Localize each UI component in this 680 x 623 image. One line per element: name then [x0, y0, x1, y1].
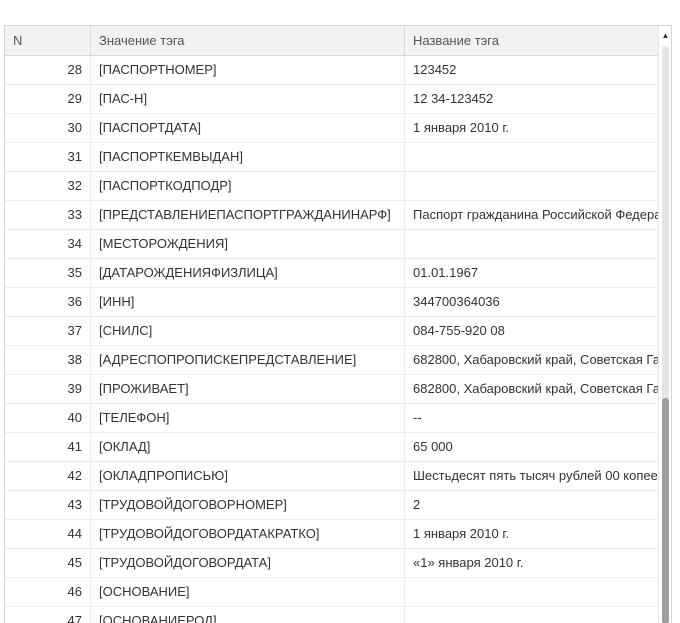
tag-value-cell: [ОКЛАДПРОПИСЬЮ]: [91, 462, 405, 490]
table-row[interactable]: 28 [ПАСПОРТНОМЕР] 123452: [5, 56, 658, 85]
tag-table: N Значение тэга Название тэга 28 [ПАСПОРТ…: [4, 25, 672, 623]
tag-name-cell: 344700364036: [413, 294, 500, 309]
column-header-tag-name[interactable]: Название тэга: [405, 26, 658, 55]
row-number: 34: [5, 230, 91, 258]
tag-value-cell: [ТРУДОВОЙДОГОВОРДАТАКРАТКО]: [91, 520, 405, 548]
table-row[interactable]: 40 [ТЕЛЕФОН] --: [5, 404, 658, 433]
table-row[interactable]: 46 [ОСНОВАНИЕ]: [5, 578, 658, 607]
table-row[interactable]: 47 [ОСНОВАНИЕРОД]: [5, 607, 658, 623]
row-number: 33: [5, 201, 91, 229]
row-number: 39: [5, 375, 91, 403]
row-number: 43: [5, 491, 91, 519]
row-number: 36: [5, 288, 91, 316]
table-row[interactable]: 36 [ИНН] 344700364036: [5, 288, 658, 317]
row-number: 28: [5, 56, 91, 84]
tag-value-cell: [ПАСПОРТКОДПОДР]: [91, 172, 405, 200]
row-number: 42: [5, 462, 91, 490]
table-row[interactable]: 35 [ДАТАРОЖДЕНИЯФИЗЛИЦА] 01.01.1967: [5, 259, 658, 288]
tag-value-cell: [ПРЕДСТАВЛЕНИЕПАСПОРТГРАЖДАНИНАРФ]: [91, 201, 405, 229]
table-row[interactable]: 45 [ТРУДОВОЙДОГОВОРДАТА] «1» января 2010 г…: [5, 549, 658, 578]
table-row[interactable]: 30 [ПАСПОРТДАТА] 1 января 2010 г.: [5, 114, 658, 143]
tag-name-cell: --: [413, 410, 422, 425]
table-row[interactable]: 33 [ПРЕДСТАВЛЕНИЕПАСПОРТГРАЖДАНИНАРФ] Пасп…: [5, 201, 658, 230]
scroll-thumb[interactable]: [662, 398, 669, 623]
tag-value-cell: [ТЕЛЕФОН]: [91, 404, 405, 432]
row-number: 37: [5, 317, 91, 345]
column-header-tag-value[interactable]: Значение тэга: [91, 26, 405, 55]
row-number: 41: [5, 433, 91, 461]
tag-value-cell: [ОСНОВАНИЕРОД]: [91, 607, 405, 623]
tag-value-cell: [АДРЕСПОПРОПИСКЕПРЕДСТАВЛЕНИЕ]: [91, 346, 405, 374]
tag-name-cell: Шестьдесят пять тысяч рублей 00 копеек: [413, 468, 658, 483]
table-row[interactable]: 37 [СНИЛС] 084-755-920 08: [5, 317, 658, 346]
tag-value-cell: [ОСНОВАНИЕ]: [91, 578, 405, 606]
tag-name-cell: «1» января 2010 г.: [413, 555, 524, 570]
row-number: 46: [5, 578, 91, 606]
table-row[interactable]: 38 [АДРЕСПОПРОПИСКЕПРЕДСТАВЛЕНИЕ] 682800, …: [5, 346, 658, 375]
tag-name-cell: 682800, Хабаровский край, Советская Га: [413, 352, 658, 367]
table-row[interactable]: 32 [ПАСПОРТКОДПОДР]: [5, 172, 658, 201]
tag-name-cell: [405, 143, 658, 171]
tag-value-cell: [МЕСТОРОЖДЕНИЯ]: [91, 230, 405, 258]
row-number: 35: [5, 259, 91, 287]
tag-value-cell: [ТРУДОВОЙДОГОВОРНОМЕР]: [91, 491, 405, 519]
row-number: 40: [5, 404, 91, 432]
tag-value-cell: [ПАСПОРТНОМЕР]: [91, 56, 405, 84]
table-row[interactable]: 43 [ТРУДОВОЙДОГОВОРНОМЕР] 2: [5, 491, 658, 520]
scroll-up-arrow-icon[interactable]: ▲: [659, 26, 671, 44]
row-number: 30: [5, 114, 91, 142]
row-number: 44: [5, 520, 91, 548]
tag-value-cell: [ДАТАРОЖДЕНИЯФИЗЛИЦА]: [91, 259, 405, 287]
table-row[interactable]: 34 [МЕСТОРОЖДЕНИЯ]: [5, 230, 658, 259]
table-header: N Значение тэга Название тэга: [5, 26, 658, 56]
tag-value-cell: [ПРОЖИВАЕТ]: [91, 375, 405, 403]
table-row[interactable]: 39 [ПРОЖИВАЕТ] 682800, Хабаровский край, С…: [5, 375, 658, 404]
tag-value-cell: [ОКЛАД]: [91, 433, 405, 461]
tag-name-cell: [405, 230, 658, 258]
tag-name-cell: 682800, Хабаровский край, Советская Га: [413, 381, 658, 396]
row-number: 38: [5, 346, 91, 374]
tag-value-cell: [ПАС-Н]: [91, 85, 405, 113]
table-row[interactable]: 29 [ПАС-Н] 12 34-123452: [5, 85, 658, 114]
table-row[interactable]: 31 [ПАСПОРТКЕМВЫДАН]: [5, 143, 658, 172]
tag-value-cell: [СНИЛС]: [91, 317, 405, 345]
row-number: 31: [5, 143, 91, 171]
vertical-scrollbar[interactable]: ▲: [658, 26, 671, 623]
table-body: 28 [ПАСПОРТНОМЕР] 123452 29 [ПАС-Н] 12 34-123…: [5, 56, 658, 623]
tag-name-cell: 12 34-123452: [413, 91, 494, 106]
table-row[interactable]: 44 [ТРУДОВОЙДОГОВОРДАТАКРАТКО] 1 января 20…: [5, 520, 658, 549]
tag-value-cell: [ПАСПОРТДАТА]: [91, 114, 405, 142]
tag-name-cell: 1 января 2010 г.: [413, 526, 510, 541]
row-number: 29: [5, 85, 91, 113]
tag-name-cell: 65 000: [413, 439, 453, 454]
tag-value-cell: [ПАСПОРТКЕМВЫДАН]: [91, 143, 405, 171]
tag-name-cell: Паспорт гражданина Российской Федера: [413, 207, 658, 222]
table-row[interactable]: 42 [ОКЛАДПРОПИСЬЮ] Шестьдесят пять тысяч р…: [5, 462, 658, 491]
tag-name-cell: [405, 578, 658, 606]
tag-name-cell: 1 января 2010 г.: [413, 120, 510, 135]
tag-value-cell: [ИНН]: [91, 288, 405, 316]
tag-name-cell: 084-755-920 08: [413, 323, 505, 338]
tag-name-cell: [405, 607, 658, 623]
table-row[interactable]: 41 [ОКЛАД] 65 000: [5, 433, 658, 462]
tag-name-cell: 01.01.1967: [413, 265, 479, 280]
tag-value-cell: [ТРУДОВОЙДОГОВОРДАТА]: [91, 549, 405, 577]
column-header-n[interactable]: N: [5, 26, 91, 55]
row-number: 32: [5, 172, 91, 200]
row-number: 45: [5, 549, 91, 577]
tag-name-cell: [405, 172, 658, 200]
tag-name-cell: 123452: [413, 62, 457, 77]
tag-name-cell: 2: [413, 497, 421, 512]
row-number: 47: [5, 607, 91, 623]
